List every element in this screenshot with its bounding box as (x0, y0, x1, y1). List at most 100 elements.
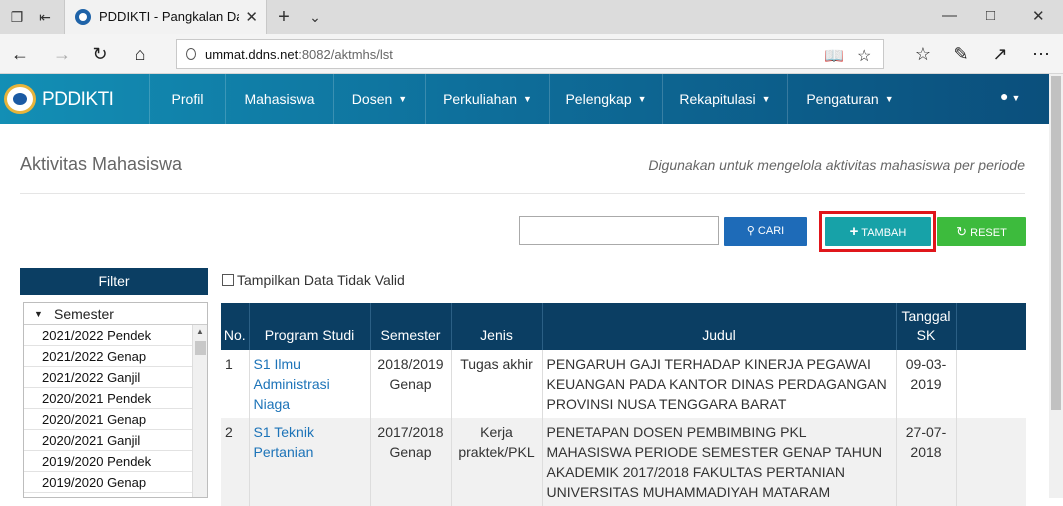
col-jenis[interactable]: Jenis (451, 303, 543, 350)
plus-icon: + (849, 223, 859, 240)
col-judul[interactable]: Judul (542, 303, 897, 350)
nav-rekapitulasi[interactable]: Rekapitulasi ▼ (662, 74, 787, 124)
reset-label: RESET (970, 227, 1007, 239)
table-row: 2 S1 Teknik Pertanian 2017/2018 Genap Ke… (221, 418, 1026, 506)
site-info-icon[interactable] (186, 48, 196, 60)
forward-icon[interactable]: → (51, 43, 73, 65)
semester-item[interactable]: 2020/2021 Ganjil (24, 430, 192, 451)
semester-list: 2021/2022 Pendek 2021/2022 Genap 2021/20… (24, 325, 192, 493)
cell-actions (956, 418, 1026, 506)
url-field[interactable]: ummat.ddns.net:8082/aktmhs/lst 📖 ☆ (176, 39, 884, 69)
checkbox-icon[interactable] (222, 274, 234, 286)
filter-title: Filter (20, 268, 208, 295)
semester-item[interactable]: 2020/2021 Genap (24, 409, 192, 430)
semester-group-toggle[interactable]: ▼ Semester (24, 303, 207, 325)
cell-judul: PENGARUH GAJI TERHADAP KINERJA PEGAWAI K… (542, 350, 897, 418)
home-icon[interactable]: ⌂ (129, 43, 151, 65)
table-header-row: No. Program Studi Semester Jenis Judul T… (221, 303, 1026, 350)
scrollbar-thumb[interactable] (1051, 76, 1061, 410)
nav-label: Pelengkap (565, 91, 632, 107)
filter-panel: ▼ Semester 2021/2022 Pendek 2021/2022 Ge… (23, 302, 208, 498)
cell-semester: 2017/2018 Genap (370, 418, 452, 506)
nav-label: Rekapitulasi (679, 91, 756, 107)
filter-scrollbar[interactable]: ▲ (192, 325, 207, 497)
user-icon: ● (1000, 88, 1009, 104)
col-tanggal-sk[interactable]: Tanggal SK (896, 303, 957, 350)
semester-item[interactable]: 2021/2022 Pendek (24, 325, 192, 346)
nav-dosen[interactable]: Dosen ▼ (333, 74, 425, 124)
cari-label: CARI (757, 225, 785, 237)
caret-down-icon: ▼ (34, 309, 43, 319)
reset-button[interactable]: ↻ RESET (937, 217, 1026, 246)
new-tab-icon[interactable]: + (275, 7, 293, 27)
col-no[interactable]: No. (221, 303, 250, 350)
brand-logo-icon (4, 84, 36, 114)
favorite-star-icon[interactable]: ☆ (857, 46, 871, 66)
cell-tanggal: 27-07-2018 (896, 418, 957, 506)
nav-label: Profil (171, 91, 204, 107)
nav-perkuliahan[interactable]: Perkuliahan ▼ (425, 74, 549, 124)
show-invalid-checkbox[interactable]: Tampilkan Data Tidak Valid (222, 272, 405, 288)
chevron-down-icon: ▼ (637, 94, 647, 104)
cell-judul: PENETAPAN DOSEN PEMBIMBING PKL MAHASISWA… (542, 418, 897, 506)
set-aside-tabs-icon[interactable]: ⇤ (36, 8, 54, 26)
page-subtitle: Digunakan untuk mengelola aktivitas maha… (648, 157, 1025, 173)
page-scrollbar[interactable] (1049, 74, 1063, 498)
col-semester[interactable]: Semester (370, 303, 452, 350)
prodi-link[interactable]: S1 Ilmu Administrasi Niaga (254, 356, 330, 412)
chevron-down-icon: ▼ (761, 94, 771, 104)
semester-item[interactable]: 2021/2022 Genap (24, 346, 192, 367)
address-bar-row: ← → ↻ ⌂ ummat.ddns.net:8082/aktmhs/lst 📖… (0, 34, 1063, 74)
page-title: Aktivitas Mahasiswa (20, 154, 183, 174)
refresh-icon: ↻ (956, 224, 968, 239)
reading-view-icon[interactable]: 📖 (824, 46, 844, 66)
semester-item[interactable]: 2019/2020 Pendek (24, 451, 192, 472)
col-program-studi[interactable]: Program Studi (249, 303, 371, 350)
more-icon[interactable]: ⋯ (1030, 43, 1052, 65)
cell-tanggal: 09-03-2019 (896, 350, 957, 418)
nav-pengaturan[interactable]: Pengaturan ▼ (787, 74, 912, 124)
activity-table: No. Program Studi Semester Jenis Judul T… (221, 303, 1026, 506)
semester-item[interactable]: 2019/2020 Genap (24, 472, 192, 493)
nav-label: Pengaturan (806, 91, 879, 107)
browser-tab[interactable]: PDDIKTI - Pangkalan Da ✕ (64, 0, 267, 34)
maximize-icon[interactable]: □ (986, 7, 995, 24)
divider (20, 193, 1025, 194)
pen-icon[interactable]: ✎ (950, 43, 972, 65)
cell-prodi: S1 Teknik Pertanian (249, 418, 371, 506)
chevron-down-icon: ▼ (523, 94, 532, 104)
tambah-button[interactable]: + TAMBAH (825, 217, 931, 246)
back-icon[interactable]: ← (9, 43, 31, 65)
cell-prodi: S1 Ilmu Administrasi Niaga (249, 350, 371, 418)
tambah-label: TAMBAH (861, 227, 907, 239)
tab-title: PDDIKTI - Pangkalan Da (99, 9, 239, 24)
close-tab-icon[interactable]: ✕ (245, 8, 258, 26)
chevron-down-icon: ▼ (398, 94, 408, 104)
user-menu[interactable]: ● ▼ (1000, 74, 1020, 124)
share-icon[interactable]: ↗ (989, 43, 1011, 65)
scroll-up-icon[interactable]: ▲ (196, 327, 204, 336)
cell-no: 2 (221, 418, 250, 506)
nav-label: Dosen (351, 91, 393, 107)
tab-list-chevron-icon[interactable]: ⌄ (306, 8, 324, 26)
scrollbar-thumb[interactable] (195, 341, 206, 355)
table-row: 1 S1 Ilmu Administrasi Niaga 2018/2019 G… (221, 350, 1026, 418)
chevron-down-icon: ▼ (884, 94, 894, 104)
refresh-icon[interactable]: ↻ (89, 43, 111, 65)
semester-item[interactable]: 2021/2022 Ganjil (24, 367, 192, 388)
url-text: ummat.ddns.net:8082/aktmhs/lst (205, 47, 393, 62)
semester-item[interactable]: 2020/2021 Pendek (24, 388, 192, 409)
cell-jenis: Tugas akhir (451, 350, 543, 418)
cari-button[interactable]: ⚲ CARI (724, 217, 807, 246)
nav-label: Mahasiswa (244, 91, 315, 107)
nav-mahasiswa[interactable]: Mahasiswa (225, 74, 333, 124)
nav-profil[interactable]: Profil (149, 74, 225, 124)
search-input[interactable] (519, 216, 719, 245)
prodi-link[interactable]: S1 Teknik Pertanian (254, 424, 314, 460)
favorites-hub-icon[interactable]: ☆ (912, 43, 934, 65)
nav-pelengkap[interactable]: Pelengkap ▼ (549, 74, 662, 124)
site-favicon-icon (75, 9, 91, 25)
tab-actions-icon[interactable]: ❐ (8, 8, 26, 26)
minimize-icon[interactable]: — (942, 7, 957, 24)
close-window-icon[interactable]: ✕ (1032, 7, 1045, 25)
